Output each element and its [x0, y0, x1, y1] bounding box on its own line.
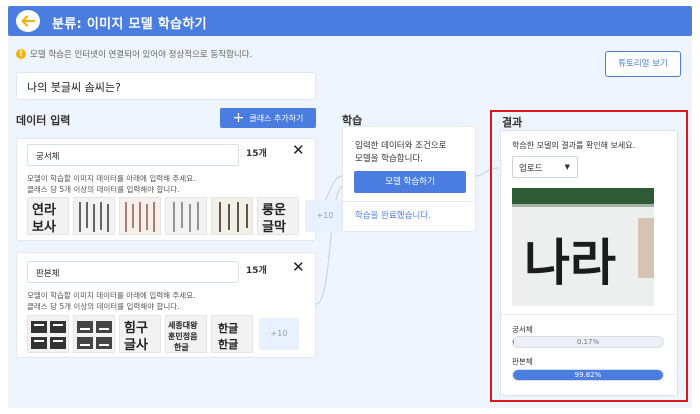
- svg-text:연라: 연라: [32, 202, 56, 218]
- prediction-bar: 0.17%: [512, 336, 664, 348]
- class-count: 15개: [246, 149, 267, 159]
- svg-text:보사: 보사: [32, 219, 56, 235]
- uploaded-image-preview: 나라: [512, 188, 654, 306]
- more-thumbnails-button[interactable]: +10: [259, 318, 299, 350]
- add-class-label: 클래스 추가하기: [249, 113, 304, 123]
- prediction-label: 궁서체: [512, 325, 533, 334]
- thumbnail[interactable]: 세종대왕 훈민정음 한글: [165, 315, 207, 353]
- class-name-input[interactable]: 궁서체: [27, 144, 239, 166]
- close-icon[interactable]: ✕: [292, 258, 305, 276]
- divider: [501, 314, 677, 315]
- add-class-button[interactable]: + 클래스 추가하기: [220, 108, 316, 128]
- thumbnail[interactable]: 힘구 글사: [119, 315, 161, 353]
- back-button[interactable]: [16, 10, 40, 32]
- page-title: 분류: 이미지 모델 학습하기: [52, 17, 207, 32]
- result-label: 결과: [502, 116, 523, 129]
- preview-handwriting: 나라: [524, 234, 616, 292]
- train-model-button[interactable]: 모델 학습하기: [354, 171, 466, 193]
- class-count: 15개: [246, 266, 267, 276]
- class-description: 모델이 학습할 이미지 데이터를 아래에 입력해 주세요. 클래스 당 5개 이…: [27, 173, 196, 195]
- thumbnail[interactable]: [27, 315, 69, 353]
- thumbnail[interactable]: 룽운 글막: [257, 197, 299, 235]
- svg-text:세종대왕: 세종대왕: [168, 320, 198, 330]
- thumbnail-list: 연라 보사 룽운 글막 +10: [27, 197, 345, 235]
- thumbnail[interactable]: [119, 197, 161, 235]
- thumbnail[interactable]: [165, 197, 207, 235]
- thumbnail[interactable]: [73, 197, 115, 235]
- learning-desc-line: 입력한 데이터와 조건으로: [355, 141, 447, 151]
- thumbnail[interactable]: 한글 한글: [211, 315, 253, 353]
- class-desc-line: 모델이 학습할 이미지 데이터를 아래에 입력해 주세요.: [27, 291, 196, 300]
- close-icon[interactable]: ✕: [292, 141, 305, 159]
- data-input-label: 데이터 입력: [16, 114, 71, 127]
- prediction-percent: 99.82%: [574, 371, 602, 379]
- learning-desc-line: 모델을 학습합니다.: [355, 154, 423, 164]
- svg-text:룽운: 룽운: [262, 203, 286, 218]
- thumbnail[interactable]: [73, 315, 115, 353]
- prediction-percent: 0.17%: [576, 338, 600, 346]
- caret-down-icon: ▼: [564, 163, 570, 171]
- main-area: ! 모델 학습은 인터넷이 연결되어 있어야 정상적으로 동작합니다. 튜토리얼…: [8, 36, 692, 408]
- plus-icon: +: [232, 110, 245, 126]
- svg-text:글막: 글막: [262, 219, 286, 235]
- thumbnail-list: 힘구 글사 세종대왕 훈민정음 한글 한글 한글 +10: [27, 315, 299, 353]
- more-thumbnails-button[interactable]: +10: [305, 200, 345, 232]
- class-name-input[interactable]: 판본체: [27, 261, 239, 283]
- learning-card: 입력한 데이터와 조건으로 모델을 학습합니다. 모델 학습하기 학습을 완료했…: [342, 126, 476, 232]
- learning-status: 학습을 완료했습니다.: [355, 211, 431, 221]
- class-desc-line: 클래스 당 5개 이상의 데이터를 입력해야 합니다.: [27, 185, 180, 194]
- result-card: 학습한 모델의 결과를 확인해 보세요. 업로드 ▼ 나라 궁서체 0.17%: [500, 130, 678, 396]
- svg-text:훈민정음: 훈민정음: [168, 331, 198, 341]
- class-desc-line: 클래스 당 5개 이상의 데이터를 입력해야 합니다.: [27, 302, 180, 311]
- class-card: 판본체 15개 ✕ 모델이 학습할 이미지 데이터를 아래에 입력해 주세요. …: [16, 252, 316, 358]
- svg-text:한글: 한글: [174, 342, 189, 352]
- svg-text:힘구: 힘구: [124, 320, 148, 336]
- divider: [343, 201, 475, 202]
- svg-text:한글: 한글: [218, 337, 238, 351]
- result-highlight-frame: 결과 학습한 모델의 결과를 확인해 보세요. 업로드 ▼ 나라 궁서체 0.1…: [490, 110, 688, 402]
- input-source-select[interactable]: 업로드 ▼: [512, 156, 578, 178]
- learning-description: 입력한 데이터와 조건으로 모델을 학습합니다.: [355, 140, 446, 166]
- arrow-left-icon: [21, 15, 35, 27]
- class-desc-line: 모델이 학습할 이미지 데이터를 아래에 입력해 주세요.: [27, 174, 196, 183]
- header-bar: 분류: 이미지 모델 학습하기: [8, 6, 692, 36]
- prediction-label: 판본체: [512, 357, 533, 366]
- class-description: 모델이 학습할 이미지 데이터를 아래에 입력해 주세요. 클래스 당 5개 이…: [27, 290, 196, 312]
- svg-text:글사: 글사: [124, 337, 148, 353]
- result-description: 학습한 모델의 결과를 확인해 보세요.: [512, 141, 636, 150]
- prediction-bar: 99.82%: [512, 369, 664, 381]
- thumbnail[interactable]: [211, 197, 253, 235]
- svg-text:한글: 한글: [218, 321, 238, 335]
- thumbnail[interactable]: 연라 보사: [27, 197, 69, 235]
- select-value: 업로드: [519, 164, 543, 174]
- class-card: 궁서체 15개 ✕ 모델이 학습할 이미지 데이터를 아래에 입력해 주세요. …: [16, 138, 345, 241]
